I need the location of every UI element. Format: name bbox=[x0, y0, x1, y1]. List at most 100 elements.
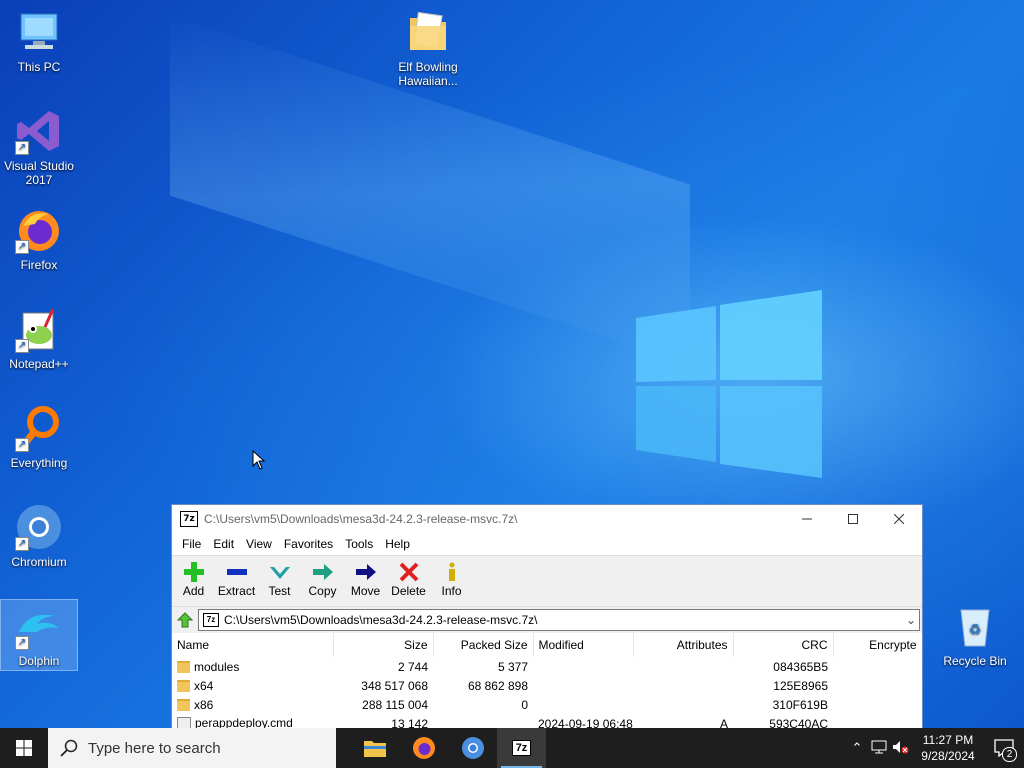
maximize-button[interactable] bbox=[830, 505, 876, 533]
file-encrypted bbox=[833, 676, 922, 695]
column-encrypted[interactable]: Encrypte bbox=[833, 633, 922, 657]
desktop-icon-label: Elf Bowling Hawaiian... bbox=[398, 60, 458, 88]
column-name[interactable]: Name bbox=[172, 633, 334, 657]
file-packed-size bbox=[433, 714, 533, 728]
checkmark-icon bbox=[269, 567, 290, 579]
column-modified[interactable]: Modified bbox=[533, 633, 634, 657]
desktop-icon-firefox[interactable]: ↗ Firefox bbox=[1, 206, 77, 272]
table-row[interactable]: modules 2 744 5 377 084365B5 bbox=[172, 657, 922, 676]
desktop-icon-this-pc[interactable]: This PC bbox=[1, 8, 77, 74]
add-label: Add bbox=[182, 584, 205, 598]
column-header-row: Name Size Packed Size Modified Attribute… bbox=[172, 633, 922, 657]
desktop-icon-label: Chromium bbox=[11, 555, 67, 569]
column-packed-size[interactable]: Packed Size bbox=[433, 633, 534, 657]
speaker-muted-icon[interactable] bbox=[890, 740, 912, 757]
file-packed-size: 68 862 898 bbox=[467, 678, 528, 693]
system-tray: ⌃ 11:27 PM 9/28/2024 2 bbox=[846, 728, 1024, 768]
file-attributes: A bbox=[719, 716, 728, 729]
desktop-icon-chromium[interactable]: ↗ Chromium bbox=[1, 503, 77, 569]
column-attributes[interactable]: Attributes bbox=[633, 633, 734, 657]
toolbar: Add Extract Test Copy Move Delete Info bbox=[172, 555, 922, 606]
taskbar-chromium[interactable] bbox=[448, 728, 497, 768]
desktop-icon-visual-studio[interactable]: ↗ Visual Studio 2017 bbox=[1, 107, 77, 187]
desktop-icon-label: Recycle Bin bbox=[943, 654, 1007, 668]
file-attributes bbox=[633, 695, 733, 714]
taskbar-file-explorer[interactable] bbox=[350, 728, 399, 768]
add-button[interactable]: Add bbox=[172, 556, 215, 606]
action-center-button[interactable]: 2 bbox=[984, 728, 1024, 768]
file-name: modules bbox=[194, 659, 240, 674]
desktop-icon-elf-bowling[interactable]: Elf Bowling Hawaiian... bbox=[390, 8, 466, 88]
minus-icon bbox=[226, 569, 247, 575]
copy-button[interactable]: Copy bbox=[301, 556, 344, 606]
file-explorer-icon bbox=[363, 741, 386, 757]
network-icon[interactable] bbox=[868, 740, 890, 757]
move-button[interactable]: Move bbox=[344, 556, 387, 606]
minimize-button[interactable] bbox=[784, 505, 830, 533]
file-name: perappdeploy.cmd bbox=[195, 716, 293, 728]
taskbar-firefox[interactable] bbox=[399, 728, 448, 768]
desktop-icon-dolphin[interactable]: ↗ Dolphin bbox=[0, 599, 78, 671]
delete-button[interactable]: Delete bbox=[387, 556, 430, 606]
desktop-icon-notepad-plus-plus[interactable]: ↗ Notepad++ bbox=[1, 305, 77, 371]
desktop-icon-everything[interactable]: ↗ Everything bbox=[1, 404, 77, 470]
table-row[interactable]: perappdeploy.cmd 13 142 2024-09-19 06:48… bbox=[172, 714, 922, 728]
clock-time: 11:27 PM bbox=[922, 733, 974, 747]
address-field[interactable]: 7z C:\Users\vm5\Downloads\mesa3d-24.2.3-… bbox=[198, 609, 920, 631]
up-arrow-icon bbox=[177, 612, 193, 628]
menu-view[interactable]: View bbox=[240, 537, 278, 551]
table-row[interactable]: x86 288 115 004 0 310F619B bbox=[172, 695, 922, 714]
file-encrypted bbox=[833, 695, 922, 714]
title-bar[interactable]: 7z C:\Users\vm5\Downloads\mesa3d-24.2.3-… bbox=[172, 505, 922, 533]
7zip-app-icon: 7z bbox=[180, 511, 198, 527]
desktop-icon-label: This PC bbox=[17, 60, 61, 74]
column-crc[interactable]: CRC bbox=[733, 633, 834, 657]
chevron-down-icon[interactable]: ⌄ bbox=[903, 613, 919, 627]
info-icon bbox=[448, 562, 455, 581]
menu-file[interactable]: File bbox=[176, 537, 207, 551]
file-size: 348 517 068 bbox=[361, 678, 428, 693]
folder-icon bbox=[177, 699, 190, 712]
info-button[interactable]: Info bbox=[430, 556, 473, 606]
firefox-icon: ↗ bbox=[15, 206, 63, 254]
test-button[interactable]: Test bbox=[258, 556, 301, 606]
file-name: x86 bbox=[194, 697, 214, 712]
desktop-icon-recycle-bin[interactable]: ♻ Recycle Bin bbox=[937, 602, 1013, 668]
file-crc: 310F619B bbox=[772, 697, 828, 712]
taskbar: Type here to search 7z ⌃ 11:27 PM 9/28/2… bbox=[0, 728, 1024, 768]
file-packed-size: 0 bbox=[521, 697, 528, 712]
info-label: Info bbox=[441, 584, 462, 598]
windows-logo-wallpaper bbox=[636, 290, 822, 478]
firefox-icon bbox=[412, 737, 435, 759]
taskbar-search-box[interactable]: Type here to search bbox=[48, 728, 336, 768]
search-icon bbox=[60, 739, 78, 757]
taskbar-clock[interactable]: 11:27 PM 9/28/2024 bbox=[912, 732, 984, 764]
maximize-icon bbox=[848, 514, 858, 524]
column-size[interactable]: Size bbox=[333, 633, 434, 657]
menu-edit[interactable]: Edit bbox=[207, 537, 240, 551]
cmd-file-icon bbox=[177, 716, 191, 728]
chevron-up-icon[interactable]: ⌃ bbox=[846, 740, 868, 756]
7zip-icon: 7z bbox=[511, 740, 532, 756]
taskbar-7zip[interactable]: 7z bbox=[497, 728, 546, 768]
chromium-icon bbox=[461, 737, 484, 759]
file-encrypted bbox=[833, 657, 922, 676]
file-size: 288 115 004 bbox=[362, 697, 428, 712]
menu-tools[interactable]: Tools bbox=[339, 537, 379, 551]
folder-icon bbox=[177, 680, 190, 693]
shortcut-arrow-icon: ↗ bbox=[15, 141, 29, 155]
file-list: Name Size Packed Size Modified Attribute… bbox=[172, 633, 922, 728]
menu-help[interactable]: Help bbox=[379, 537, 416, 551]
file-modified bbox=[533, 695, 633, 714]
chromium-icon: ↗ bbox=[15, 503, 63, 551]
up-folder-button[interactable] bbox=[172, 612, 198, 628]
close-button[interactable] bbox=[876, 505, 922, 533]
file-modified bbox=[533, 657, 633, 676]
table-row[interactable]: x64 348 517 068 68 862 898 125E8965 bbox=[172, 676, 922, 695]
move-label: Move bbox=[350, 584, 381, 598]
menu-favorites[interactable]: Favorites bbox=[278, 537, 339, 551]
7zip-archive-icon: 7z bbox=[203, 613, 219, 627]
extract-button[interactable]: Extract bbox=[215, 556, 258, 606]
start-button[interactable] bbox=[0, 728, 48, 768]
folder-icon bbox=[404, 8, 452, 56]
